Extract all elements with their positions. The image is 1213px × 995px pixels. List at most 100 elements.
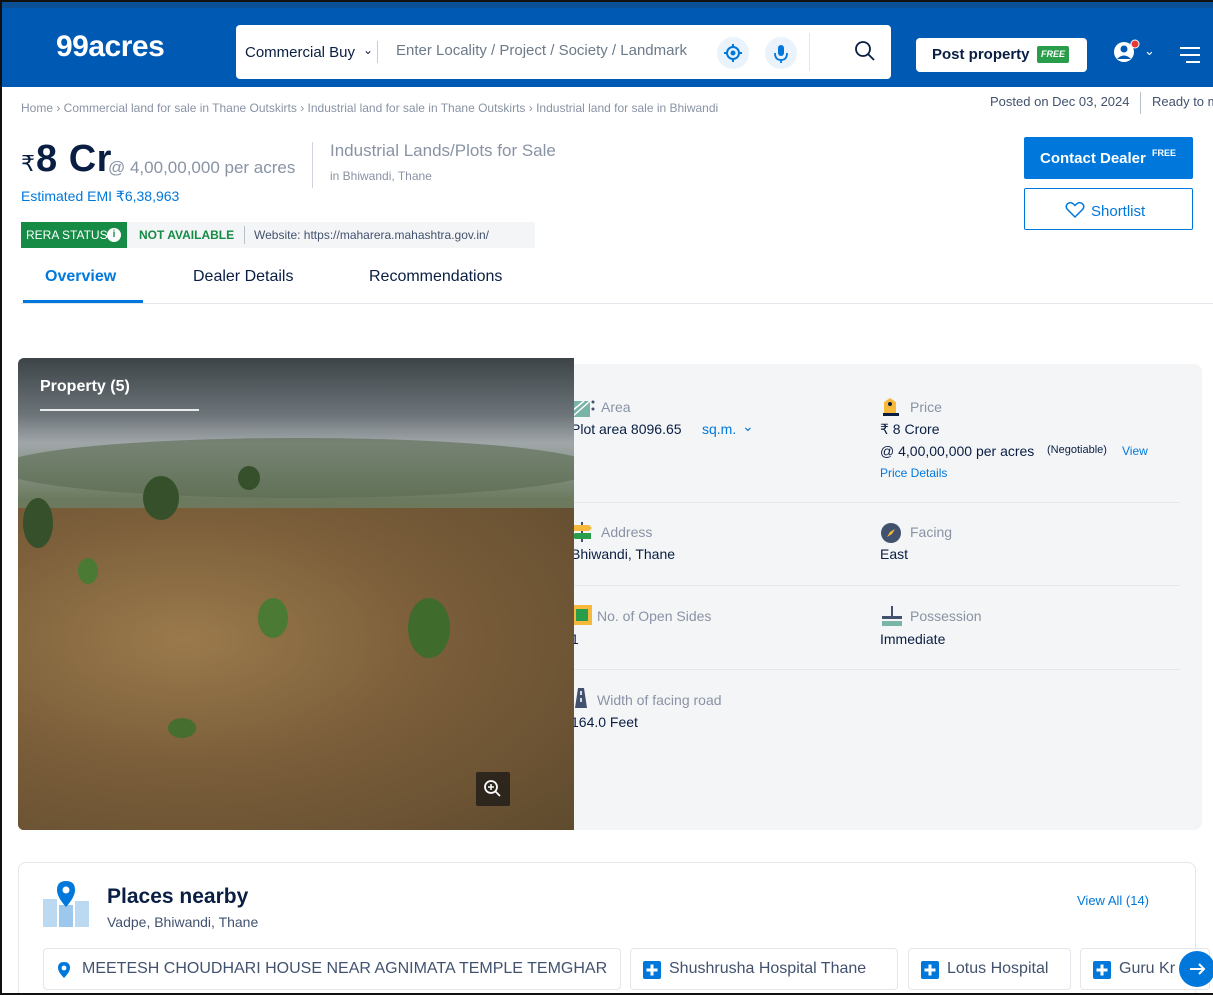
address-value: Bhiwandi, Thane: [571, 546, 676, 562]
open-sides-icon: [571, 604, 593, 631]
place-chip-label: Shushrusha Hospital Thane: [669, 960, 867, 977]
photo-count-title: Property (5): [40, 378, 130, 395]
photo-tree: [143, 476, 179, 520]
details-separator: [560, 669, 1180, 670]
compass-icon: [880, 522, 902, 549]
price-amount: 8 Cr: [36, 138, 112, 180]
chevron-down-icon[interactable]: ⌄: [363, 43, 373, 57]
hospital-icon: [643, 961, 661, 984]
photo-hills: [18, 438, 574, 498]
place-chip-label: Lotus Hospital: [947, 960, 1049, 977]
search-icon[interactable]: [853, 39, 877, 68]
info-icon[interactable]: i: [107, 228, 121, 242]
search-divider-2: [809, 33, 810, 71]
section-tabs: Overview Dealer Details Recommendations: [21, 257, 1213, 304]
locate-me-icon[interactable]: [717, 37, 749, 69]
view-price-link[interactable]: View: [1122, 444, 1148, 458]
view-all-places-link[interactable]: View All (14): [1077, 893, 1149, 908]
location-pin-icon: [56, 961, 72, 984]
place-chip[interactable]: Lotus Hospital: [908, 948, 1071, 990]
rera-divider: [244, 226, 245, 244]
photo-tree: [78, 558, 98, 584]
property-photo[interactable]: Property (5): [18, 358, 574, 830]
price-label: Price: [910, 399, 942, 415]
place-chip-label: Guru Kr: [1119, 960, 1176, 977]
property-title: Industrial Lands/Plots for Sale: [330, 141, 556, 160]
price-per-acre: @ 4,00,00,000 per acres: [108, 158, 296, 177]
road-width-label: Width of facing road: [597, 692, 722, 708]
shortlist-label: Shortlist: [1091, 203, 1146, 220]
page-frame: 99acres Commercial Buy ⌄ Post property F…: [0, 0, 1213, 995]
price-details-link[interactable]: Price Details: [880, 466, 947, 480]
hospital-icon: [1093, 961, 1111, 984]
search-type-dropdown[interactable]: Commercial Buy: [245, 44, 355, 61]
rera-status-row: RERA STATUS i NOT AVAILABLE Website: htt…: [21, 222, 535, 248]
photo-tree: [408, 598, 450, 658]
rupee-symbol: ₹: [21, 151, 35, 176]
microphone-icon[interactable]: [765, 37, 797, 69]
post-property-button[interactable]: Post property FREE: [916, 38, 1087, 72]
scroll-right-arrow-icon[interactable]: [1179, 951, 1213, 987]
price-tag-icon: [880, 396, 902, 423]
photo-tree: [168, 718, 196, 738]
place-chip[interactable]: MEETESH CHOUDHARI HOUSE NEAR AGNIMATA TE…: [43, 948, 621, 990]
area-value: Plot area 8096.65: [571, 421, 682, 437]
photo-tree: [238, 466, 260, 490]
site-logo[interactable]: 99acres: [56, 30, 165, 64]
post-property-label: Post property: [932, 46, 1030, 63]
negotiable-text: (Negotiable): [1047, 444, 1107, 456]
hospital-icon: [921, 961, 939, 984]
open-sides-label: No. of Open Sides: [597, 608, 712, 624]
possession-label: Possession: [910, 608, 982, 624]
posted-divider: [1140, 92, 1141, 114]
property-location: in Bhiwandi, Thane: [330, 169, 432, 183]
active-tab-indicator: [23, 300, 143, 303]
details-separator: [560, 502, 1180, 503]
facing-label: Facing: [910, 524, 953, 540]
possession-status-text: Ready to m: [1152, 94, 1213, 109]
area-icon: [571, 398, 595, 423]
top-navigation-bar: 99acres Commercial Buy ⌄ Post property F…: [2, 2, 1213, 87]
price-rate: @ 4,00,00,000 per acres: [880, 443, 1035, 459]
contact-dealer-button[interactable]: Contact Dealer FREE: [1024, 137, 1193, 179]
possession-value: Immediate: [880, 631, 946, 647]
hamburger-menu-icon[interactable]: [1178, 45, 1202, 70]
facing-value: East: [880, 546, 909, 562]
price-value: ₹ 8 Crore: [880, 421, 940, 437]
breadcrumb[interactable]: Home › Commercial land for sale in Thane…: [21, 101, 718, 115]
free-badge: FREE: [1037, 46, 1069, 63]
rera-status-value: NOT AVAILABLE: [139, 228, 235, 242]
possession-icon: [880, 605, 904, 632]
details-separator: [560, 585, 1180, 586]
posted-date: Posted on Dec 03, 2024: [990, 94, 1130, 109]
estimated-emi-link[interactable]: Estimated EMI ₹6,38,963: [21, 188, 179, 205]
zoom-in-icon[interactable]: [476, 772, 510, 806]
photo-tree: [23, 498, 53, 548]
place-chip[interactable]: Shushrusha Hospital Thane: [630, 948, 898, 990]
address-label: Address: [601, 524, 653, 540]
places-nearby-subtitle: Vadpe, Bhiwandi, Thane: [107, 914, 259, 930]
rera-status-label: RERA STATUS: [26, 228, 108, 242]
city-location-icon: [41, 879, 91, 934]
places-nearby-card: Places nearby Vadpe, Bhiwandi, Thane Vie…: [18, 862, 1210, 993]
chevron-down-icon[interactable]: ⌄: [1144, 43, 1155, 59]
place-chip-label: MEETESH CHOUDHARI HOUSE NEAR AGNIMATA TE…: [82, 960, 608, 977]
tab-dealer-details[interactable]: Dealer Details: [193, 268, 293, 286]
search-input[interactable]: [396, 42, 696, 59]
rera-website: Website: https://maharera.mahashtra.gov.…: [254, 228, 490, 242]
search-bar: Commercial Buy ⌄: [236, 25, 891, 79]
free-tag: FREE: [1152, 148, 1177, 158]
signpost-icon: [571, 521, 593, 548]
property-details-card: Area Plot area 8096.65 sq.m. ⌄ Price ₹ 8…: [540, 364, 1202, 830]
price-divider: [312, 142, 313, 188]
tab-recommendations[interactable]: Recommendations: [369, 268, 502, 286]
shortlist-button[interactable]: Shortlist: [1024, 188, 1193, 230]
chevron-down-icon[interactable]: ⌄: [742, 418, 754, 435]
road-width-value: 164.0 Feet: [571, 714, 638, 730]
area-unit-dropdown[interactable]: sq.m.: [702, 421, 736, 437]
tab-overview[interactable]: Overview: [45, 268, 116, 286]
places-nearby-title: Places nearby: [107, 885, 249, 908]
search-divider: [377, 41, 378, 63]
area-label: Area: [601, 399, 631, 415]
user-account-icon[interactable]: [1112, 39, 1142, 70]
